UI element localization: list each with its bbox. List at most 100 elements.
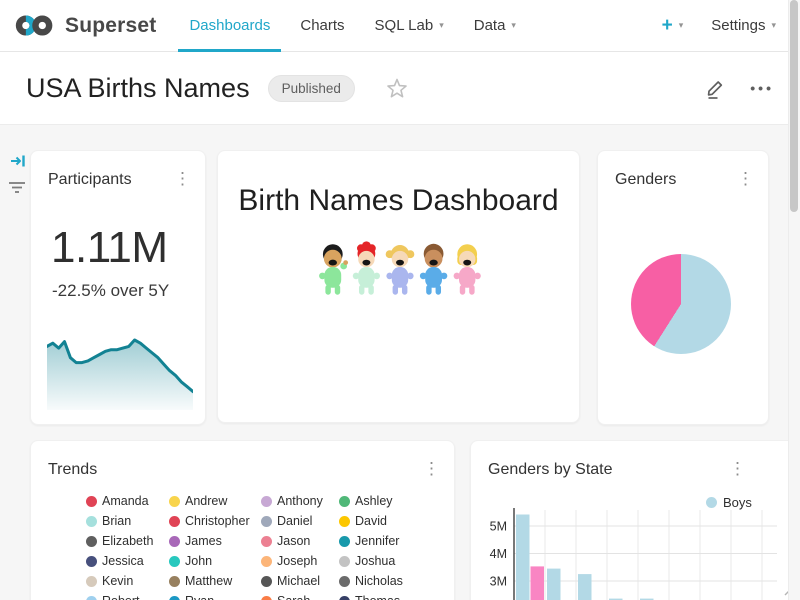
- genders-card: Genders ⋮: [597, 150, 769, 425]
- chart-title: Participants: [48, 171, 132, 189]
- header-actions: •••: [704, 77, 774, 100]
- legend-item[interactable]: Brian: [86, 511, 169, 531]
- legend-dot: [86, 536, 97, 547]
- legend-item[interactable]: Jennifer: [339, 531, 429, 551]
- legend-dot: [169, 556, 180, 567]
- legend-item[interactable]: Amanda: [86, 491, 169, 511]
- plus-icon: +: [662, 16, 673, 35]
- legend-label: Joshua: [355, 554, 395, 568]
- legend-item[interactable]: Andrew: [169, 491, 261, 511]
- legend-item[interactable]: Ryan: [169, 591, 261, 600]
- legend-label: Robert: [102, 594, 140, 600]
- legend-item[interactable]: Jason: [261, 531, 339, 551]
- legend-dot: [86, 596, 97, 600]
- nav-menu: Dashboards Charts SQL Lab ▾ Data ▾: [174, 0, 530, 52]
- chart-title: Genders by State: [488, 461, 613, 479]
- legend-dot: [261, 536, 272, 547]
- markdown-card: Birth Names Dashboard: [217, 150, 580, 423]
- nav-label: Charts: [300, 17, 344, 34]
- legend-label: John: [185, 554, 212, 568]
- status-badge[interactable]: Published: [268, 75, 355, 102]
- legend-dot: [169, 576, 180, 587]
- legend-label: James: [185, 534, 222, 548]
- superset-logo[interactable]: Superset: [14, 13, 156, 38]
- expand-filter-panel-icon[interactable]: [9, 152, 27, 175]
- genders-by-state-chart: 5M 4M 3M: [481, 506, 781, 600]
- genders-pie[interactable]: [631, 254, 731, 354]
- legend-item[interactable]: David: [339, 511, 429, 531]
- legend-dot: [86, 556, 97, 567]
- kebab-menu-icon[interactable]: ⋮: [737, 171, 754, 186]
- legend-item[interactable]: Daniel: [261, 511, 339, 531]
- legend-label: Daniel: [277, 514, 312, 528]
- legend-item[interactable]: Matthew: [169, 571, 261, 591]
- svg-text:4M: 4M: [490, 547, 507, 561]
- nav-item-data[interactable]: Data ▾: [459, 0, 531, 52]
- legend-dot: [261, 596, 272, 600]
- legend-item[interactable]: Jessica: [86, 551, 169, 571]
- edit-dashboard-button[interactable]: [704, 77, 726, 100]
- kebab-menu-icon[interactable]: ⋮: [729, 461, 746, 476]
- legend-label: Kevin: [102, 574, 133, 588]
- brand-name: Superset: [65, 14, 156, 38]
- legend-label: Jessica: [102, 554, 144, 568]
- favorite-star-icon[interactable]: [385, 76, 409, 100]
- legend-item[interactable]: Sarah: [261, 591, 339, 600]
- legend-label: Jennifer: [355, 534, 399, 548]
- legend-dot: [86, 576, 97, 587]
- legend-dot: [339, 576, 350, 587]
- kebab-menu-icon[interactable]: ⋮: [423, 461, 440, 476]
- legend-item[interactable]: Nicholas: [339, 571, 429, 591]
- legend-item[interactable]: Joshua: [339, 551, 429, 571]
- new-item-button[interactable]: + ▾: [662, 16, 684, 35]
- legend-dot: [169, 596, 180, 600]
- legend-item[interactable]: Anthony: [261, 491, 339, 511]
- legend-item[interactable]: Ashley: [339, 491, 429, 511]
- legend-dot: [339, 556, 350, 567]
- dashboard-grid: Participants ⋮ 1.11M -22.5% over 5Y Birt…: [0, 125, 800, 600]
- nav-label: Dashboards: [189, 17, 270, 34]
- chart-title: Trends: [48, 461, 97, 479]
- participants-sparkline: [47, 336, 193, 410]
- scrollbar-thumb[interactable]: [790, 0, 798, 212]
- nav-item-charts[interactable]: Charts: [285, 0, 359, 52]
- nav-item-sql-lab[interactable]: SQL Lab ▾: [360, 0, 459, 52]
- legend-label: Amanda: [102, 494, 149, 508]
- legend-item[interactable]: Kevin: [86, 571, 169, 591]
- legend-label: Christopher: [185, 514, 250, 528]
- dashboard-header: USA Births Names Published •••: [0, 52, 800, 125]
- legend-item[interactable]: Elizabeth: [86, 531, 169, 551]
- legend-item[interactable]: Robert: [86, 591, 169, 600]
- legend-label: Anthony: [277, 494, 323, 508]
- legend-item[interactable]: James: [169, 531, 261, 551]
- legend-item[interactable]: Joseph: [261, 551, 339, 571]
- chevron-down-icon: ▾: [439, 21, 444, 30]
- legend-label: Elizabeth: [102, 534, 153, 548]
- legend-label: Thomas: [355, 594, 400, 600]
- legend-label: Andrew: [185, 494, 227, 508]
- legend-item[interactable]: Christopher: [169, 511, 261, 531]
- legend-dot: [339, 516, 350, 527]
- legend-label: Ryan: [185, 594, 214, 600]
- legend-item[interactable]: Thomas: [339, 591, 429, 600]
- superset-app: Superset Dashboards Charts SQL Lab ▾ Dat…: [0, 0, 800, 600]
- kebab-menu-icon[interactable]: ⋮: [174, 171, 191, 186]
- more-actions-button[interactable]: •••: [750, 80, 774, 96]
- scrollbar-track[interactable]: [788, 0, 800, 600]
- participants-card: Participants ⋮ 1.11M -22.5% over 5Y: [30, 150, 206, 425]
- legend-dot: [261, 576, 272, 587]
- legend-label: Ashley: [355, 494, 393, 508]
- nav-item-dashboards[interactable]: Dashboards: [174, 0, 285, 52]
- big-number-value: 1.11M: [51, 223, 168, 273]
- filter-icon[interactable]: [7, 181, 27, 200]
- legend-item[interactable]: Michael: [261, 571, 339, 591]
- legend-item[interactable]: John: [169, 551, 261, 571]
- legend-label: Matthew: [185, 574, 232, 588]
- nav-right: + ▾ Settings ▾: [662, 16, 776, 35]
- legend-label: Michael: [277, 574, 320, 588]
- svg-text:5M: 5M: [490, 520, 507, 534]
- settings-menu[interactable]: Settings ▾: [711, 17, 776, 34]
- chevron-down-icon: ▾: [771, 21, 776, 30]
- legend-dot: [339, 536, 350, 547]
- children-illustration: [316, 241, 484, 299]
